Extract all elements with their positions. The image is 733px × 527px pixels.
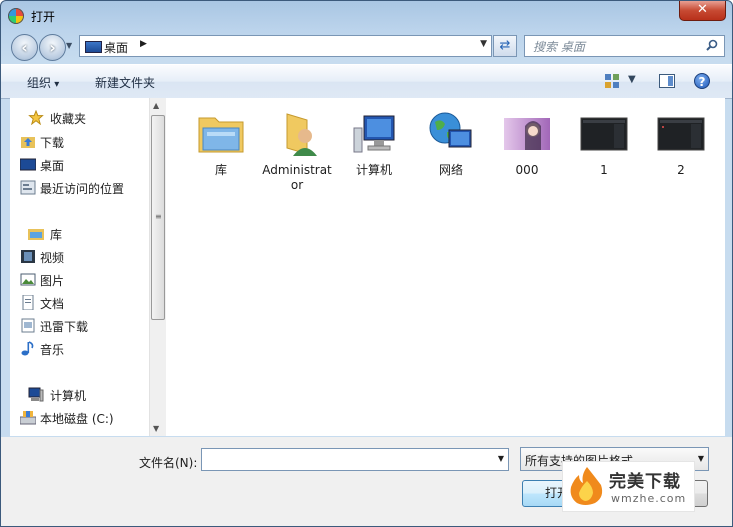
picture-icon: [20, 273, 36, 286]
history-dropdown-icon[interactable]: ▼: [66, 41, 72, 50]
library-folder-icon: [198, 117, 244, 153]
sidebar-item-label: 迅雷下载: [40, 320, 89, 334]
sidebar-item-pictures[interactable]: 图片: [20, 272, 65, 289]
file-list: 库 Administrator 计算机 网络 000 1 2: [167, 98, 725, 436]
file-label: 000: [515, 163, 539, 177]
flame-logo-icon: [570, 467, 603, 505]
search-box[interactable]: [524, 35, 725, 58]
library-icon: [28, 229, 44, 240]
sidebar-item-desktop[interactable]: 桌面: [20, 157, 65, 174]
help-button[interactable]: ?: [694, 73, 710, 89]
grip-icon: ≡: [155, 212, 162, 221]
file-item-library[interactable]: 库: [185, 110, 257, 178]
scroll-up-icon[interactable]: ▲: [153, 101, 159, 110]
sidebar-item-label: 图片: [40, 274, 65, 288]
download-library-icon: [21, 318, 35, 333]
preview-pane-icon[interactable]: [659, 74, 675, 88]
title-bar[interactable]: 打开 ✕: [1, 1, 732, 31]
sidebar-item-downloads[interactable]: 下载: [21, 134, 65, 151]
sidebar-group-label: 收藏夹: [50, 112, 87, 126]
recent-places-icon: [20, 180, 36, 195]
sidebar-item-local-disk[interactable]: 本地磁盘 (C:): [20, 410, 114, 427]
watermark-url: wmzhe.com: [611, 492, 687, 505]
filename-dropdown-icon[interactable]: ▼: [498, 454, 504, 463]
image-thumbnail-dark: [657, 117, 705, 151]
scroll-thumb[interactable]: ≡: [151, 115, 165, 320]
address-breadcrumb[interactable]: 桌面: [104, 39, 128, 56]
view-dropdown-icon[interactable]: ▼: [628, 74, 636, 85]
computer-icon: [353, 115, 395, 153]
search-icon[interactable]: [706, 39, 718, 51]
file-item-000[interactable]: 000: [491, 110, 563, 178]
navigation-bar: ‹ › ▼ 桌面 ▶ ▼ ⇄: [1, 31, 732, 63]
filename-combobox[interactable]: ▼: [201, 448, 509, 471]
file-item-administrator[interactable]: Administrator: [261, 110, 333, 193]
file-label: 网络: [438, 163, 463, 177]
app-logo-icon: [8, 8, 24, 24]
sidebar-item-xunlei[interactable]: 迅雷下载: [21, 318, 89, 335]
video-icon: [21, 250, 35, 263]
document-icon: [22, 295, 34, 310]
command-toolbar: 组织 新建文件夹 ▼ ?: [1, 64, 732, 99]
file-label: Administrator: [262, 163, 332, 192]
address-dropdown-icon[interactable]: ▼: [480, 39, 487, 49]
sidebar-item-label: 下载: [40, 136, 65, 150]
download-folder-icon: [21, 137, 35, 148]
image-thumbnail: [504, 118, 550, 150]
refresh-button[interactable]: ⇄: [493, 35, 517, 57]
new-folder-button[interactable]: 新建文件夹: [95, 74, 155, 91]
view-options-icon[interactable]: [605, 74, 619, 88]
filename-input[interactable]: [206, 449, 490, 471]
sidebar-item-label: 文档: [40, 297, 65, 311]
sidebar-item-label: 视频: [40, 251, 65, 265]
forward-button[interactable]: ›: [39, 34, 66, 61]
file-item-1[interactable]: 1: [568, 110, 640, 178]
file-item-2[interactable]: 2: [645, 110, 717, 178]
filename-label: 文件名(N):: [139, 456, 198, 470]
file-item-computer[interactable]: 计算机: [338, 110, 410, 178]
open-file-dialog: 打开 ✕ ‹ › ▼ 桌面 ▶ ▼ ⇄ 组织 新建文件夹 ▼: [0, 0, 733, 527]
navigation-pane: 收藏夹 下载 桌面 最近访问的位置 库 视频 图片 文档 迅雷下载 音乐 计算机…: [10, 98, 167, 436]
window-title: 打开: [31, 10, 56, 24]
chevron-right-icon[interactable]: ▶: [140, 39, 147, 49]
address-bar[interactable]: 桌面 ▶ ▼: [79, 35, 492, 57]
user-folder-icon: [286, 113, 317, 156]
file-label: 2: [677, 163, 685, 177]
close-button[interactable]: ✕: [679, 1, 726, 21]
file-label: 1: [600, 163, 608, 177]
file-item-network[interactable]: 网络: [415, 110, 487, 178]
music-note-icon: [21, 341, 34, 356]
network-globe-icon: [429, 112, 472, 148]
star-icon: [28, 110, 44, 125]
sidebar-item-label: 音乐: [40, 343, 65, 357]
sidebar-group-label: 计算机: [50, 389, 87, 403]
file-label: 库: [214, 163, 227, 177]
sidebar-item-recent[interactable]: 最近访问的位置: [20, 180, 125, 197]
hard-drive-icon: [20, 411, 36, 425]
sidebar-item-label: 桌面: [40, 159, 65, 173]
sidebar-scrollbar[interactable]: ▲ ≡ ▼: [149, 98, 166, 436]
sidebar-item-videos[interactable]: 视频: [21, 249, 65, 266]
watermark-brand: 完美下载: [609, 472, 681, 492]
scroll-down-icon[interactable]: ▼: [153, 424, 159, 433]
sidebar-item-label: 最近访问的位置: [40, 182, 125, 196]
search-input[interactable]: [525, 36, 705, 58]
file-label: 计算机: [355, 163, 392, 177]
image-thumbnail-dark: [580, 117, 628, 151]
sidebar-item-label: 本地磁盘 (C:): [40, 412, 114, 426]
desktop-icon: [20, 158, 36, 171]
organize-button[interactable]: 组织: [27, 74, 59, 91]
sidebar-group-label: 库: [50, 228, 63, 242]
watermark-logo: 完美下载 wmzhe.com: [562, 461, 695, 512]
file-type-dropdown-icon[interactable]: ▼: [698, 454, 704, 463]
sidebar-item-documents[interactable]: 文档: [22, 295, 65, 312]
desktop-icon: [85, 41, 102, 53]
computer-icon: [28, 387, 44, 402]
sidebar-item-music[interactable]: 音乐: [21, 341, 65, 358]
back-button[interactable]: ‹: [11, 34, 38, 61]
